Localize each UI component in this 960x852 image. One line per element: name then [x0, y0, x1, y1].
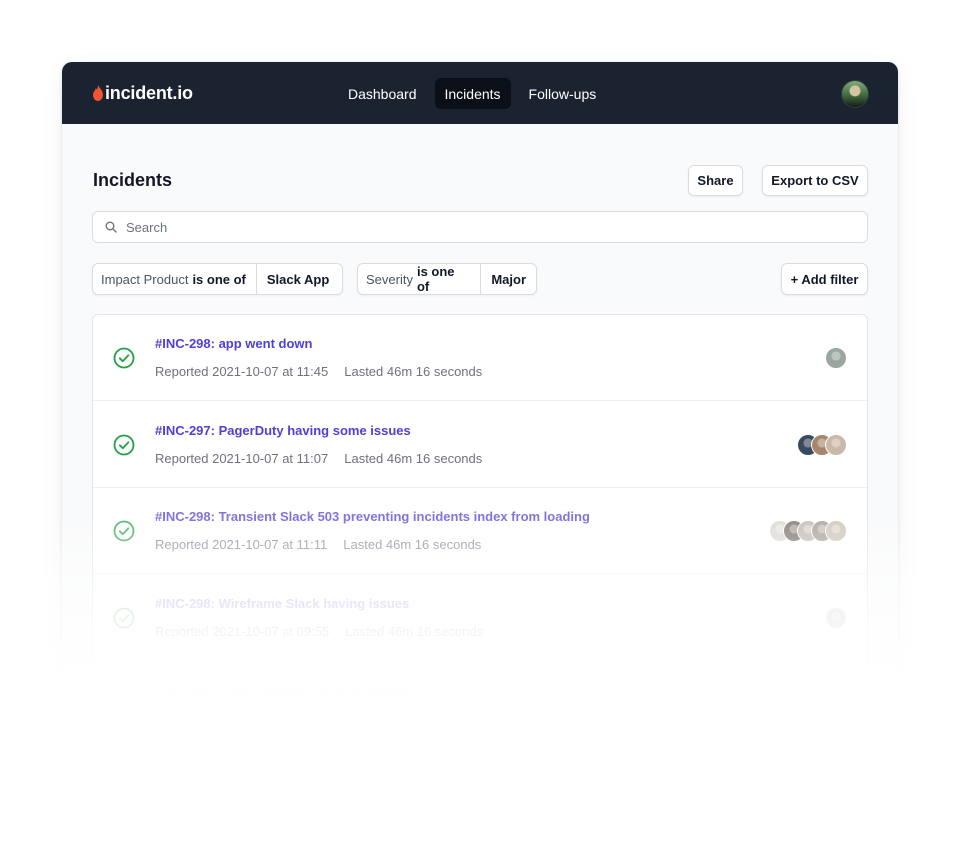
search-icon: [105, 221, 117, 233]
check-circle-icon: [113, 520, 135, 542]
main-nav: Dashboard Incidents Follow-ups: [338, 78, 606, 109]
filter-condition: Severity is one of: [358, 264, 480, 294]
incident-title-link[interactable]: #INC-297: PagerDuty having some issues: [155, 423, 411, 438]
incident-duration: Lasted 46m 16 seconds: [343, 537, 482, 552]
top-navbar: incident.io Dashboard Incidents Follow-u…: [62, 62, 898, 124]
incident-meta: Reported 2021-10-07 at 11:45 Lasted 46m 1…: [155, 364, 482, 379]
nav-follow-ups[interactable]: Follow-ups: [519, 78, 607, 109]
incident-duration: Lasted 46m 16 seconds: [344, 364, 483, 379]
filter-impact-product[interactable]: Impact Product is one of Slack App: [92, 263, 343, 295]
filter-operator: is one of: [192, 271, 246, 287]
participant-avatars: [825, 693, 847, 715]
participant-avatars: [769, 520, 847, 542]
logo[interactable]: incident.io: [92, 80, 193, 106]
filter-condition: Impact Product is one of: [93, 264, 256, 294]
participant-avatars: [825, 347, 847, 369]
incident-meta: Reported 2021-10-07 at 11:11 Lasted 46m 1…: [155, 537, 481, 552]
avatar[interactable]: [825, 347, 847, 369]
search-input[interactable]: [126, 219, 826, 235]
avatar[interactable]: [825, 606, 847, 629]
incident-title-link[interactable]: #INC-298: Wireframe Slack having issues: [155, 596, 409, 611]
flame-icon: [93, 85, 103, 101]
nav-incidents[interactable]: Incidents: [434, 78, 511, 109]
filter-field: Impact Product: [101, 271, 189, 287]
incident-title-link[interactable]: #INC-298: app went down: [155, 336, 312, 351]
incident-row[interactable]: #INC-298: Wireframe Slack having issues R…: [93, 575, 867, 661]
check-circle-icon: [113, 607, 135, 628]
incident-duration: Lasted 46m 16 seconds: [344, 450, 483, 466]
incident-row[interactable]: #INC-297: PagerDuty having some issues Re…: [93, 402, 867, 488]
filter-severity[interactable]: Severity is one of Major: [357, 263, 537, 295]
filter-operator: is one of: [416, 264, 455, 294]
check-circle-icon: [113, 434, 135, 455]
incident-reported: Reported 2021-10-07 at 11:11: [155, 537, 328, 552]
app-window: incident.io Dashboard Incidents Follow-u…: [62, 62, 898, 762]
avatar[interactable]: [825, 520, 847, 542]
avatar[interactable]: [825, 693, 847, 715]
incident-meta: [155, 710, 171, 725]
user-avatar[interactable]: [841, 80, 869, 108]
check-circle-icon: [113, 693, 135, 715]
incident-title-link[interactable]: #INC-298: Transient Slack 503 preventing…: [155, 509, 590, 524]
incident-reported: Reported 2021-10-07 at 11:07: [155, 450, 329, 466]
filter-value[interactable]: Slack App: [255, 264, 339, 294]
filter-value[interactable]: Major: [480, 264, 536, 294]
avatar[interactable]: [825, 433, 847, 456]
check-circle-icon: [113, 347, 135, 369]
page-title: Incidents: [93, 170, 173, 190]
incident-row[interactable]: #INC-298: app went down Reported 2021-10-…: [93, 315, 867, 401]
incident-list: #INC-298: app went down Reported 2021-10-…: [92, 314, 868, 762]
incident-meta: Reported 2021-10-07 at 09:55 Lasted 46m 1…: [155, 624, 483, 639]
participant-avatars: [825, 606, 847, 629]
search-bar: [92, 211, 868, 243]
incident-meta: Reported 2021-10-07 at 11:07 Lasted 46m 1…: [155, 451, 482, 466]
incident-reported: Reported 2021-10-07 at 11:45: [155, 364, 329, 379]
filter-field: Severity: [366, 271, 413, 287]
participant-avatars: [797, 433, 847, 456]
nav-dashboard[interactable]: Dashboard: [338, 78, 427, 109]
export-csv-button[interactable]: Export to CSV: [762, 165, 868, 196]
incident-row[interactable]: #INC-298: Transient Slack 503 preventing…: [93, 488, 867, 574]
incident-row[interactable]: #INC-298: Core functions not processing: [93, 661, 867, 747]
incident-duration: Lasted 46m 16 seconds: [345, 623, 484, 639]
incident-reported: Reported 2021-10-07 at 09:55: [155, 623, 330, 639]
incident-title-link[interactable]: #INC-298: Core functions not processing: [155, 682, 407, 697]
share-button[interactable]: Share: [688, 165, 743, 196]
logo-text: incident.io: [105, 82, 193, 103]
add-filter-button[interactable]: + Add filter: [781, 263, 868, 295]
